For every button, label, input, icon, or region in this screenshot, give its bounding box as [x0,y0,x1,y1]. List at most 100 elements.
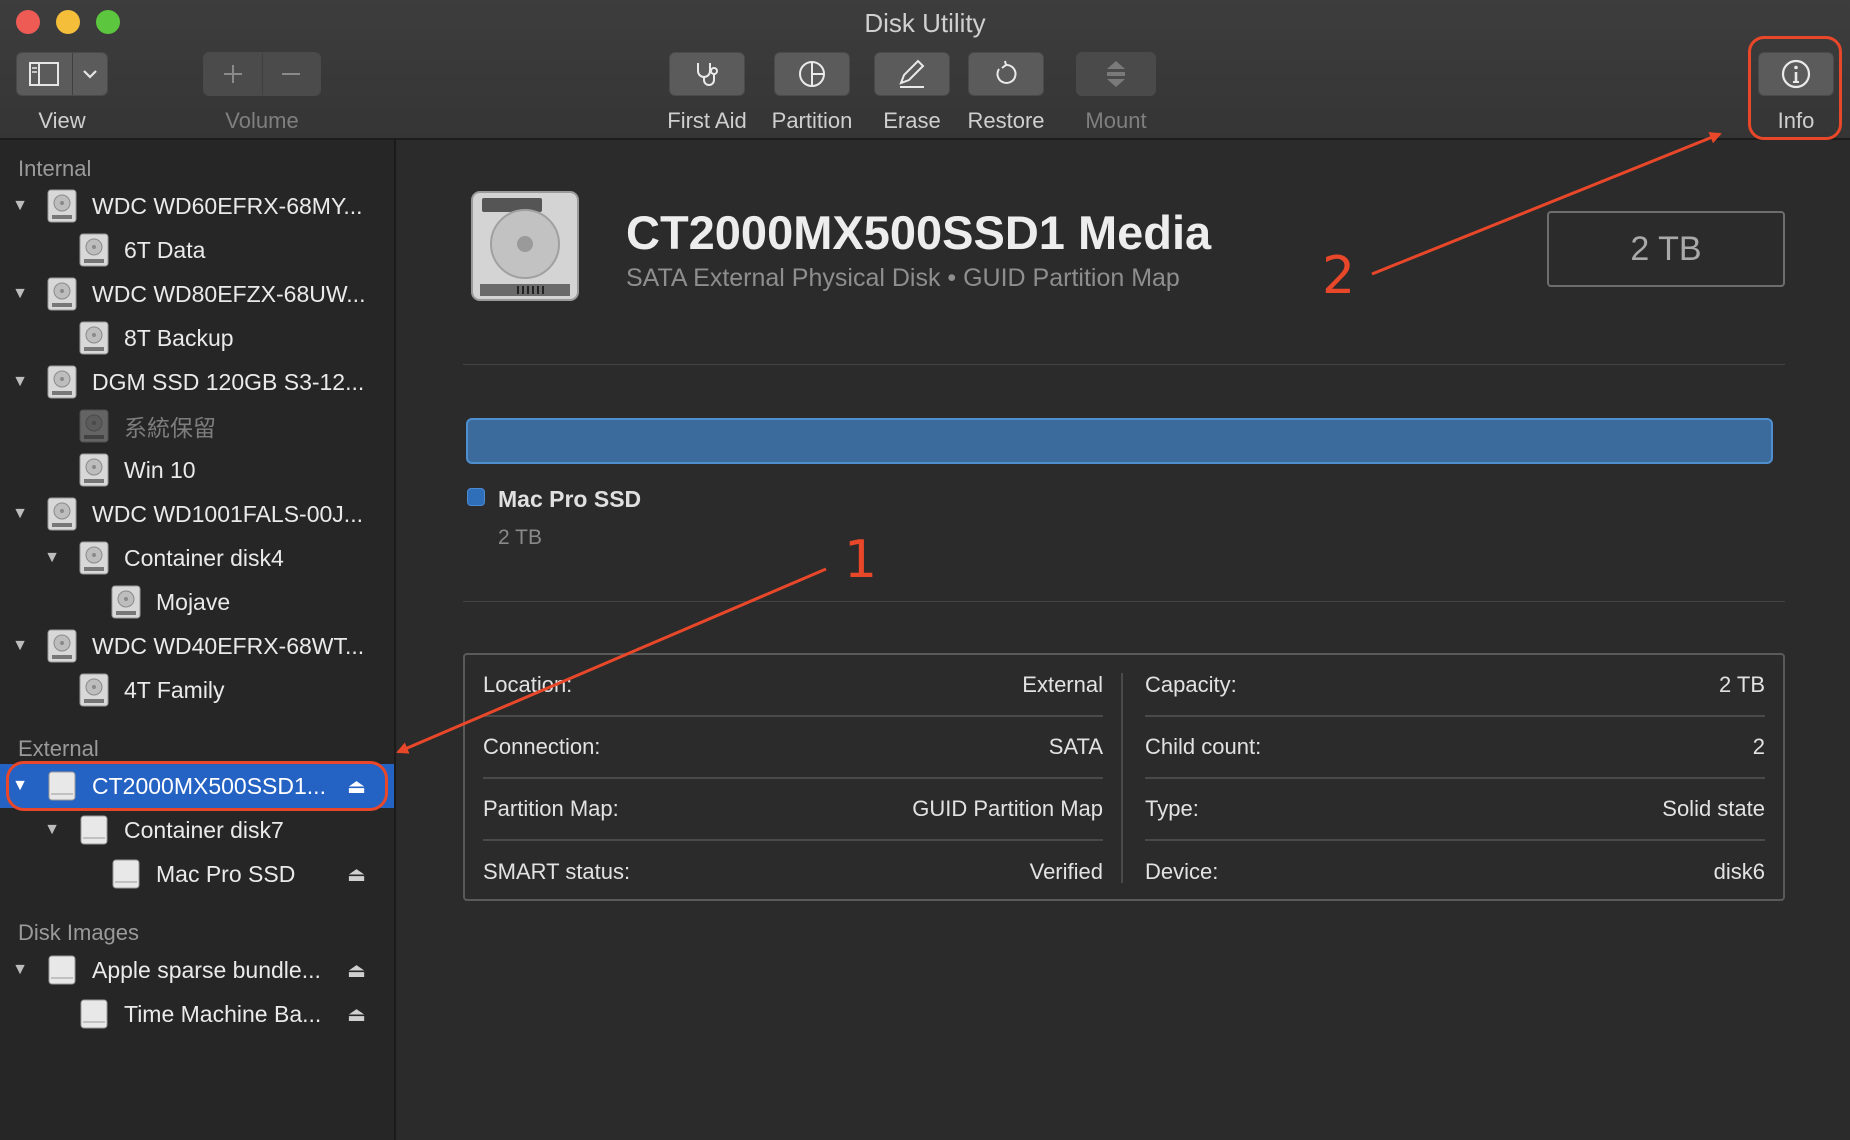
sidebar-item-apple-sparse-bundle[interactable]: ▼ Apple sparse bundle... ⏏ [0,948,394,992]
disclosure-triangle-icon[interactable]: ▼ [10,285,30,303]
hard-disk-icon [47,365,77,399]
mount-button[interactable] [1076,52,1156,96]
disclosure-triangle-icon[interactable]: ▼ [10,373,30,391]
erase-control: Erase [874,52,950,134]
hard-disk-icon [47,277,77,311]
sidebar-item-label: Container disk7 [124,816,284,843]
sidebar-item-4t-family[interactable]: 4T Family [0,668,394,712]
partition-button[interactable] [774,52,850,96]
annotation-number-2: 2 [1322,246,1356,306]
disk-info-table: Location: External Connection: SATA Part… [463,653,1785,901]
sidebar-item-container-disk4[interactable]: ▼ Container disk4 [0,536,394,580]
sidebar-item-label: 系統保留 [124,415,216,441]
disclosure-triangle-icon[interactable]: ▼ [10,505,30,523]
info-value: Verified [1029,859,1103,884]
sidebar-item-label: Container disk4 [124,544,284,571]
sidebar-item-wdc-wd1001fals[interactable]: ▼ WDC WD1001FALS-00J... [0,492,394,536]
sidebar-item-8t-backup[interactable]: 8T Backup [0,316,394,360]
sidebar-item-label: Mojave [156,588,231,615]
info-key: Connection: [483,734,601,759]
sidebar-item-label: Win 10 [124,456,196,483]
first-aid-label: First Aid [667,108,747,133]
hard-disk-icon [47,629,77,663]
plus-icon [223,65,242,83]
toolbar: Disk Utility View Volume First Aid Parti… [0,0,1850,140]
sidebar-item-mac-pro-ssd[interactable]: Mac Pro SSD ⏏ [0,852,394,896]
info-key: Device: [1145,859,1219,884]
info-row-type: Type: Solid state [1145,779,1765,841]
highlight-ring-selected-disk [6,761,388,811]
disclosure-triangle-icon[interactable]: ▼ [42,821,62,839]
info-row-child-count: Child count: 2 [1145,717,1765,779]
disk-name: CT2000MX500SSD1 Media [626,206,1212,259]
section-external: External [18,736,99,761]
sidebar-item-label: Time Machine Ba... [124,1000,322,1027]
info-value: Solid state [1662,796,1765,821]
disclosure-triangle-icon[interactable]: ▼ [42,549,62,567]
first-aid-control: First Aid [664,52,750,134]
disclosure-triangle-icon[interactable]: ▼ [10,197,30,215]
first-aid-button[interactable] [669,52,745,96]
disk-subtitle: SATA External Physical Disk • GUID Parti… [626,264,1180,292]
eject-icon[interactable]: ⏏ [347,1002,366,1027]
section-internal: Internal [18,156,92,181]
eject-icon[interactable]: ⏏ [347,958,366,983]
add-volume-button[interactable] [204,53,262,95]
restore-control: Restore [964,52,1048,134]
mount-label: Mount [1085,108,1147,133]
sidebar-item-system-reserved[interactable]: 系統保留 [0,404,394,448]
external-disk-icon [80,815,108,845]
sidebar-item-label: 4T Family [124,676,225,703]
external-disk-icon [112,859,140,889]
sidebar-item-mojave[interactable]: Mojave [0,580,394,624]
sidebar-item-wdc-wd80efzx[interactable]: ▼ WDC WD80EFZX-68UW... [0,272,394,316]
sidebar-item-label: WDC WD40EFRX-68WT... [92,632,365,659]
info-key: Child count: [1145,734,1262,759]
disclosure-triangle-icon[interactable]: ▼ [10,637,30,655]
sidebar: Internal ▼ WDC WD60EFRX-68MY... 6T Data … [0,140,396,1140]
hard-disk-icon [47,497,77,531]
disclosure-triangle-icon[interactable]: ▼ [10,961,30,979]
info-value: disk6 [1713,859,1765,884]
info-value: GUID Partition Map [912,796,1103,821]
info-key: Location: [483,672,573,697]
partition-usage-bar [466,418,1773,464]
info-value: External [1022,672,1103,697]
window-title: Disk Utility [864,8,986,38]
sidebar-item-label: Apple sparse bundle... [92,956,321,983]
erase-button[interactable] [874,52,950,96]
restore-button[interactable] [968,52,1044,96]
sidebar-item-wdc-wd60efrx[interactable]: ▼ WDC WD60EFRX-68MY... [0,184,394,228]
volume-label: Volume [225,108,299,133]
partition-name: Mac Pro SSD [498,486,642,512]
mount-icon [1107,61,1125,87]
divider [463,364,1785,365]
view-button[interactable] [16,52,108,96]
info-row-connection: Connection: SATA [483,717,1103,779]
info-row-device: Device: disk6 [1145,841,1765,903]
sidebar-item-label: 6T Data [124,236,206,263]
minus-icon [282,73,301,75]
erase-label: Erase [883,108,941,133]
hard-disk-icon [47,189,77,223]
info-key: Type: [1145,796,1199,821]
sidebar-item-dgm-ssd[interactable]: ▼ DGM SSD 120GB S3-12... [0,360,394,404]
partition-color-swatch [467,488,485,506]
sidebar-item-label: WDC WD1001FALS-00J... [92,500,363,527]
remove-volume-button[interactable] [261,53,320,95]
sidebar-item-label: 8T Backup [124,324,234,351]
partition-size: 2 TB [498,526,542,549]
hard-disk-icon [79,233,109,267]
pencil-icon [899,59,925,88]
info-row-capacity: Capacity: 2 TB [1145,655,1765,717]
eject-icon[interactable]: ⏏ [347,862,366,887]
sidebar-item-wdc-wd40efrx[interactable]: ▼ WDC WD40EFRX-68WT... [0,624,394,668]
sidebar-item-time-machine[interactable]: Time Machine Ba... ⏏ [0,992,394,1036]
annotation-number-1: 1 [844,530,878,590]
sidebar-item-win-10[interactable]: Win 10 [0,448,394,492]
hard-disk-icon [79,453,109,487]
disk-drive-icon [471,191,579,301]
sidebar-item-6t-data[interactable]: 6T Data [0,228,394,272]
sidebar-item-label: Mac Pro SSD [156,860,296,887]
sidebar-item-container-disk7[interactable]: ▼ Container disk7 [0,808,394,852]
